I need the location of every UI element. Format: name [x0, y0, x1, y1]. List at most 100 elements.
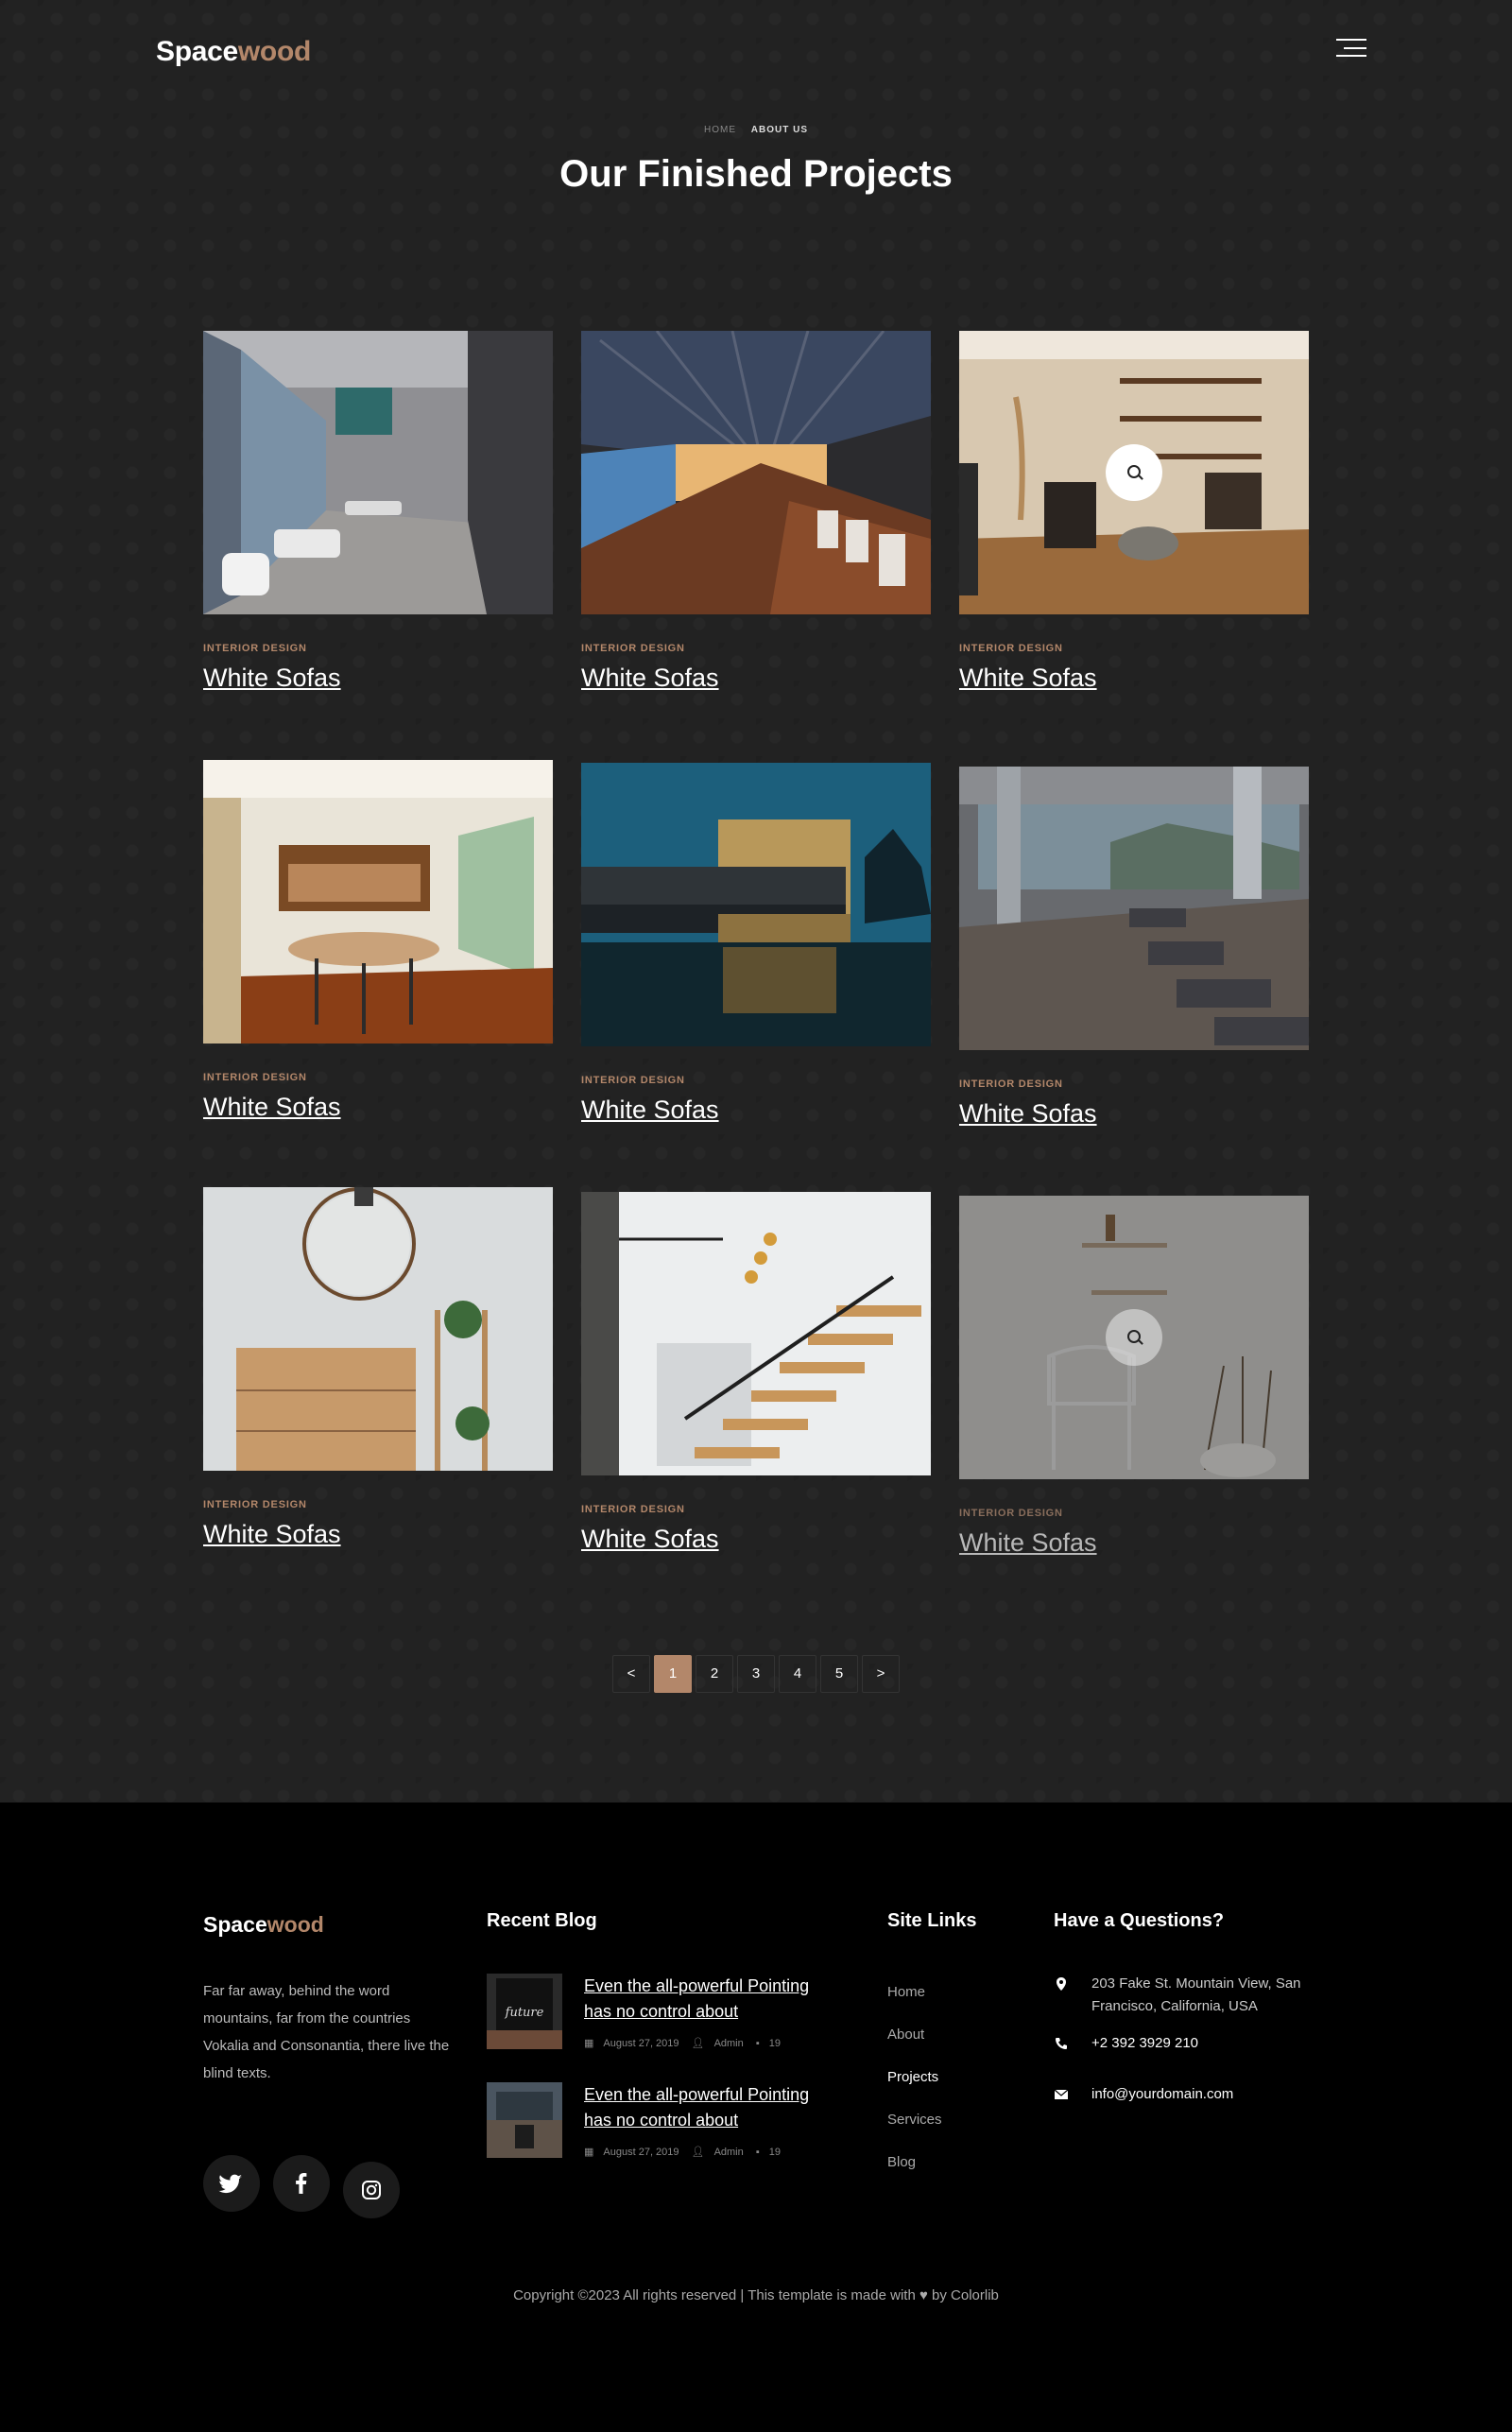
phone-icon — [1056, 2038, 1067, 2049]
menu-toggle-button[interactable] — [1336, 39, 1366, 60]
breadcrumb-current: ABOUT US — [750, 125, 808, 135]
footer-brand-part2: wood — [266, 1912, 324, 1937]
footer-brand-logo[interactable]: Spacewood — [203, 1912, 324, 1938]
project-image[interactable] — [203, 331, 553, 614]
project-image[interactable] — [203, 760, 553, 1044]
address-text: 203 Fake St. Mountain View, San Francisc… — [1091, 1975, 1301, 2014]
blog-post-date: August 27, 2019 — [603, 2147, 679, 2158]
pagination-prev[interactable]: < — [612, 1655, 650, 1693]
project-card[interactable]: INTERIOR DESIGN White Sofas — [203, 760, 553, 1122]
email-text[interactable]: info@yourdomain.com — [1091, 2083, 1328, 2106]
breadcrumb: HOME ABOUT US — [0, 125, 1512, 135]
project-card[interactable]: INTERIOR DESIGN White Sofas — [959, 331, 1309, 693]
site-link-services[interactable]: Services — [887, 2112, 942, 2154]
instagram-icon[interactable] — [343, 2162, 400, 2218]
pagination-page-5[interactable]: 5 — [820, 1655, 858, 1693]
blog-post-image[interactable] — [487, 2082, 562, 2158]
site-link-blog[interactable]: Blog — [887, 2154, 942, 2197]
blog-post-title[interactable]: Even the all-powerful Pointing has no co… — [584, 1974, 839, 2025]
calendar-icon: ▦ — [584, 2147, 594, 2158]
project-title[interactable]: White Sofas — [203, 1520, 553, 1549]
project-image[interactable] — [581, 763, 931, 1046]
page-title: Our Finished Projects — [559, 153, 953, 195]
project-title[interactable]: White Sofas — [959, 664, 1309, 693]
contact-email[interactable]: info@yourdomain.com — [1054, 2083, 1323, 2108]
pagination-page-1[interactable]: 1 — [654, 1655, 692, 1693]
site-links-list: Home About Projects Services Blog — [887, 1984, 942, 2197]
blog-post-author[interactable]: Admin — [714, 2147, 744, 2158]
blog-post-image[interactable]: future — [487, 1974, 562, 2049]
project-card[interactable]: INTERIOR DESIGN White Sofas — [581, 331, 931, 693]
breadcrumb-home-link[interactable]: HOME — [704, 125, 736, 135]
project-category: INTERIOR DESIGN — [581, 643, 685, 654]
blog-post-comments[interactable]: 19 — [769, 2147, 781, 2158]
comment-icon: ▪ — [755, 2147, 760, 2158]
project-title[interactable]: White Sofas — [581, 1095, 931, 1125]
project-image[interactable] — [581, 1192, 931, 1475]
project-image[interactable] — [959, 1196, 1309, 1479]
blog-post-comments[interactable]: 19 — [769, 2038, 781, 2049]
project-image[interactable] — [581, 331, 931, 614]
footer-brand-part1: Space — [203, 1912, 267, 1937]
recent-blog-heading: Recent Blog — [487, 1910, 597, 1931]
facebook-icon[interactable] — [273, 2155, 330, 2212]
contact-phone[interactable]: +2 392 3929 210 — [1054, 2032, 1323, 2057]
project-title[interactable]: White Sofas — [959, 1528, 1309, 1558]
site-link-about[interactable]: About — [887, 2027, 942, 2069]
blog-post-meta: ▦ August 27, 2019 👤︎ Admin ▪ 19 — [584, 2037, 790, 2049]
project-category: INTERIOR DESIGN — [959, 643, 1063, 654]
contact-address: 203 Fake St. Mountain View, San Francisc… — [1054, 1973, 1323, 2020]
site-link-projects[interactable]: Projects — [887, 2069, 942, 2112]
person-icon: 👤︎ — [691, 2147, 705, 2158]
project-title[interactable]: White Sofas — [959, 1099, 1309, 1129]
brand-part1: Space — [156, 36, 238, 67]
svg-text:future: future — [505, 2006, 544, 2020]
search-icon[interactable] — [1106, 1309, 1162, 1366]
project-card[interactable]: INTERIOR DESIGN White Sofas — [959, 1196, 1309, 1558]
comment-icon: ▪ — [755, 2038, 760, 2049]
copyright-text: Copyright ©2023 All rights reserved | Th… — [513, 2287, 999, 2303]
project-title[interactable]: White Sofas — [203, 1093, 553, 1122]
blog-post-title[interactable]: Even the all-powerful Pointing has no co… — [584, 2082, 839, 2133]
hero-section: Spacewood HOME ABOUT US Our Finished Pro… — [0, 0, 1512, 1802]
project-category: INTERIOR DESIGN — [581, 1504, 685, 1515]
project-card[interactable]: INTERIOR DESIGN White Sofas — [203, 1187, 553, 1549]
blog-post[interactable]: Even the all-powerful Pointing has no co… — [487, 2082, 836, 2158]
site-link-home[interactable]: Home — [887, 1984, 942, 2027]
project-category: INTERIOR DESIGN — [203, 1072, 307, 1083]
search-icon[interactable] — [1106, 444, 1162, 501]
project-card[interactable]: INTERIOR DESIGN White Sofas — [203, 331, 553, 693]
project-card[interactable]: INTERIOR DESIGN White Sofas — [959, 767, 1309, 1129]
project-category: INTERIOR DESIGN — [959, 1078, 1063, 1090]
menu-icon-line — [1344, 47, 1366, 49]
pagination-page-3[interactable]: 3 — [737, 1655, 775, 1693]
pagination-page-2[interactable]: 2 — [696, 1655, 733, 1693]
project-title[interactable]: White Sofas — [581, 664, 931, 693]
brand-logo[interactable]: Spacewood — [156, 36, 311, 68]
project-title[interactable]: White Sofas — [203, 664, 553, 693]
site-footer: Spacewood Far far away, behind the word … — [0, 1802, 1512, 2432]
project-image[interactable] — [203, 1187, 553, 1471]
project-card[interactable]: INTERIOR DESIGN White Sofas — [581, 1192, 931, 1554]
project-title[interactable]: White Sofas — [581, 1525, 931, 1554]
twitter-icon[interactable] — [203, 2155, 260, 2212]
site-links-heading: Site Links — [887, 1910, 977, 1931]
pagination: < 1 2 3 4 5 > — [612, 1655, 900, 1693]
contact-heading: Have a Questions? — [1054, 1910, 1225, 1931]
pagination-page-4[interactable]: 4 — [779, 1655, 816, 1693]
map-marker-icon — [1057, 1977, 1066, 1991]
calendar-icon: ▦ — [584, 2038, 594, 2049]
blog-post-date: August 27, 2019 — [603, 2038, 679, 2049]
pagination-next[interactable]: > — [862, 1655, 900, 1693]
project-image[interactable] — [959, 331, 1309, 614]
project-category: INTERIOR DESIGN — [959, 1508, 1063, 1519]
blog-post[interactable]: future Even the all-powerful Pointing ha… — [487, 1974, 836, 2049]
project-category: INTERIOR DESIGN — [203, 643, 307, 654]
menu-icon-line — [1336, 39, 1366, 41]
person-icon: 👤︎ — [691, 2038, 705, 2049]
blog-post-author[interactable]: Admin — [714, 2038, 744, 2049]
project-image[interactable] — [959, 767, 1309, 1050]
envelope-icon — [1054, 2089, 1069, 2099]
project-card[interactable]: INTERIOR DESIGN White Sofas — [581, 763, 931, 1125]
phone-text[interactable]: +2 392 3929 210 — [1091, 2032, 1328, 2055]
